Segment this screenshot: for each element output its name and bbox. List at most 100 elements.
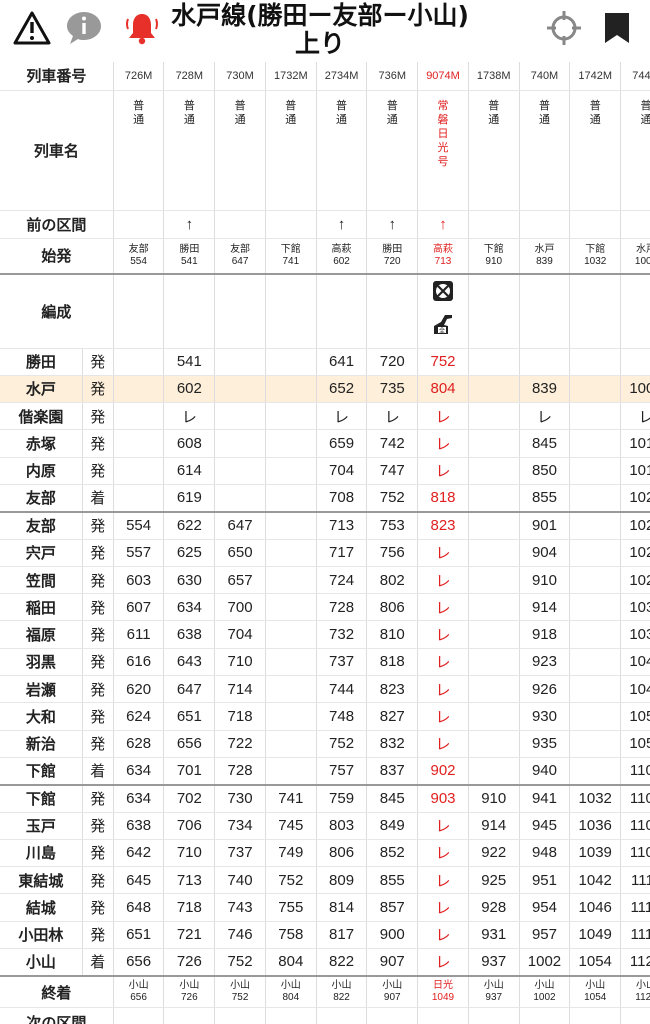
time-cell: 557 bbox=[113, 539, 165, 567]
time-cell bbox=[569, 675, 622, 704]
time-cell: 850 bbox=[519, 457, 571, 485]
formation-cell bbox=[265, 274, 317, 349]
formation-label: 編成 bbox=[0, 274, 114, 349]
time-cell: 922 bbox=[468, 839, 520, 868]
next-section-cell bbox=[519, 1007, 571, 1024]
time-cell: 728 bbox=[316, 593, 368, 622]
train-name: 常磐日光号 bbox=[417, 90, 469, 211]
info-icon[interactable] bbox=[64, 8, 104, 48]
time-cell: 752 bbox=[417, 348, 469, 376]
time-cell: レ bbox=[620, 402, 650, 431]
bookmark-icon[interactable] bbox=[597, 8, 637, 48]
time-cell: レ bbox=[163, 402, 216, 431]
time-cell: 1036 bbox=[569, 812, 622, 840]
time-cell bbox=[519, 348, 571, 376]
train-name-char: 常 bbox=[437, 99, 449, 112]
time-cell: 638 bbox=[163, 620, 216, 649]
prev-section-arrow: ↑ bbox=[316, 210, 368, 239]
time-cell: 721 bbox=[163, 921, 216, 950]
terminal-time: 752 bbox=[231, 992, 249, 1004]
time-cell: 945 bbox=[519, 812, 571, 840]
time-cell: 814 bbox=[316, 893, 368, 922]
station-name: 結城 bbox=[0, 893, 83, 922]
next-section-cell bbox=[569, 1007, 622, 1024]
origin-time: 541 bbox=[180, 255, 198, 267]
time-cell bbox=[265, 375, 317, 404]
time-cell bbox=[265, 757, 317, 786]
time-cell bbox=[569, 348, 622, 376]
time-cell: 740 bbox=[214, 866, 266, 895]
origin-cell: 勝田 720 bbox=[366, 238, 419, 275]
station-name: 川島 bbox=[0, 839, 83, 868]
time-cell: 701 bbox=[163, 757, 216, 786]
arr-dep-mark: 発 bbox=[82, 702, 114, 731]
time-cell bbox=[468, 539, 520, 567]
train-name-char: 磐 bbox=[437, 113, 449, 126]
time-cell: 1021 bbox=[620, 511, 650, 540]
train-name-char: 普 bbox=[589, 99, 601, 112]
train-name-row: 列車名普通普通普通普通普通普通常磐日光号普通普通普通普通 bbox=[0, 90, 650, 211]
time-cell: 702 bbox=[163, 784, 216, 813]
time-cell bbox=[214, 375, 266, 404]
next-section-row: 次の区間 bbox=[0, 1007, 650, 1024]
station-name: 水戸 bbox=[0, 375, 83, 404]
time-cell: 900 bbox=[366, 921, 419, 950]
time-cell: レ bbox=[417, 839, 469, 868]
time-cell: 855 bbox=[519, 484, 571, 513]
terminal-station: 小山 bbox=[331, 980, 352, 992]
terminal-cell: 小山 726 bbox=[163, 975, 216, 1009]
origin-station: 下館 bbox=[280, 243, 301, 255]
svg-text:全: 全 bbox=[439, 327, 445, 335]
next-section-cell bbox=[366, 1007, 419, 1024]
origin-cell: 下館 741 bbox=[265, 238, 317, 275]
time-cell bbox=[468, 429, 520, 458]
train-name: 普通 bbox=[316, 90, 368, 211]
arr-dep-mark: 発 bbox=[82, 812, 114, 840]
time-cell: 742 bbox=[366, 429, 419, 458]
time-cell bbox=[468, 702, 520, 731]
time-cell bbox=[569, 566, 622, 595]
time-cell: 904 bbox=[519, 539, 571, 567]
time-cell: 810 bbox=[366, 620, 419, 649]
time-cell bbox=[468, 566, 520, 595]
time-cell: 608 bbox=[163, 429, 216, 458]
train-name-char: 通 bbox=[488, 113, 500, 126]
station-row: 稲田発607634700 728806レ 914 1033 bbox=[0, 593, 650, 622]
time-cell bbox=[265, 648, 317, 677]
station-name: 玉戸 bbox=[0, 812, 83, 840]
train-name-char: 通 bbox=[336, 113, 348, 126]
origin-cell: 友部 554 bbox=[113, 238, 165, 275]
time-cell: レ bbox=[417, 675, 469, 704]
origin-cell: 勝田 541 bbox=[163, 238, 216, 275]
prev-section-arrow: ↑ bbox=[366, 210, 419, 239]
station-row: 川島発642710737749806852レ92294810391108 bbox=[0, 839, 650, 868]
time-cell: 849 bbox=[366, 812, 419, 840]
train-name-char: 通 bbox=[183, 113, 195, 126]
bell-icon[interactable] bbox=[122, 8, 162, 48]
train-number: 2734M bbox=[316, 62, 368, 91]
time-cell: 931 bbox=[468, 921, 520, 950]
train-name-label: 列車名 bbox=[0, 90, 114, 211]
time-cell bbox=[468, 620, 520, 649]
terminal-station: 小山 bbox=[636, 980, 650, 992]
origin-cell: 水戸1004 bbox=[620, 238, 650, 275]
time-cell: 926 bbox=[519, 675, 571, 704]
no-smoking-icon bbox=[432, 280, 454, 307]
time-cell: 743 bbox=[214, 893, 266, 922]
train-name-char: 通 bbox=[234, 113, 246, 126]
arr-dep-mark: 発 bbox=[82, 648, 114, 677]
time-cell bbox=[620, 348, 650, 376]
station-row: 小田林発651721746758817900レ93195710491119 bbox=[0, 921, 650, 950]
time-cell: 1042 bbox=[569, 866, 622, 895]
time-cell: レ bbox=[417, 921, 469, 950]
crosshair-icon[interactable] bbox=[544, 8, 584, 48]
time-cell bbox=[569, 702, 622, 731]
time-cell: 1010 bbox=[620, 429, 650, 458]
time-cell: 852 bbox=[366, 839, 419, 868]
warning-icon[interactable] bbox=[12, 8, 52, 48]
time-cell: レ bbox=[366, 402, 419, 431]
station-row: 玉戸発638706734745803849レ91494510361105 bbox=[0, 812, 650, 840]
train-name: 普通 bbox=[620, 90, 650, 211]
station-name: 福原 bbox=[0, 620, 83, 649]
train-name-char: 普 bbox=[621, 99, 650, 113]
